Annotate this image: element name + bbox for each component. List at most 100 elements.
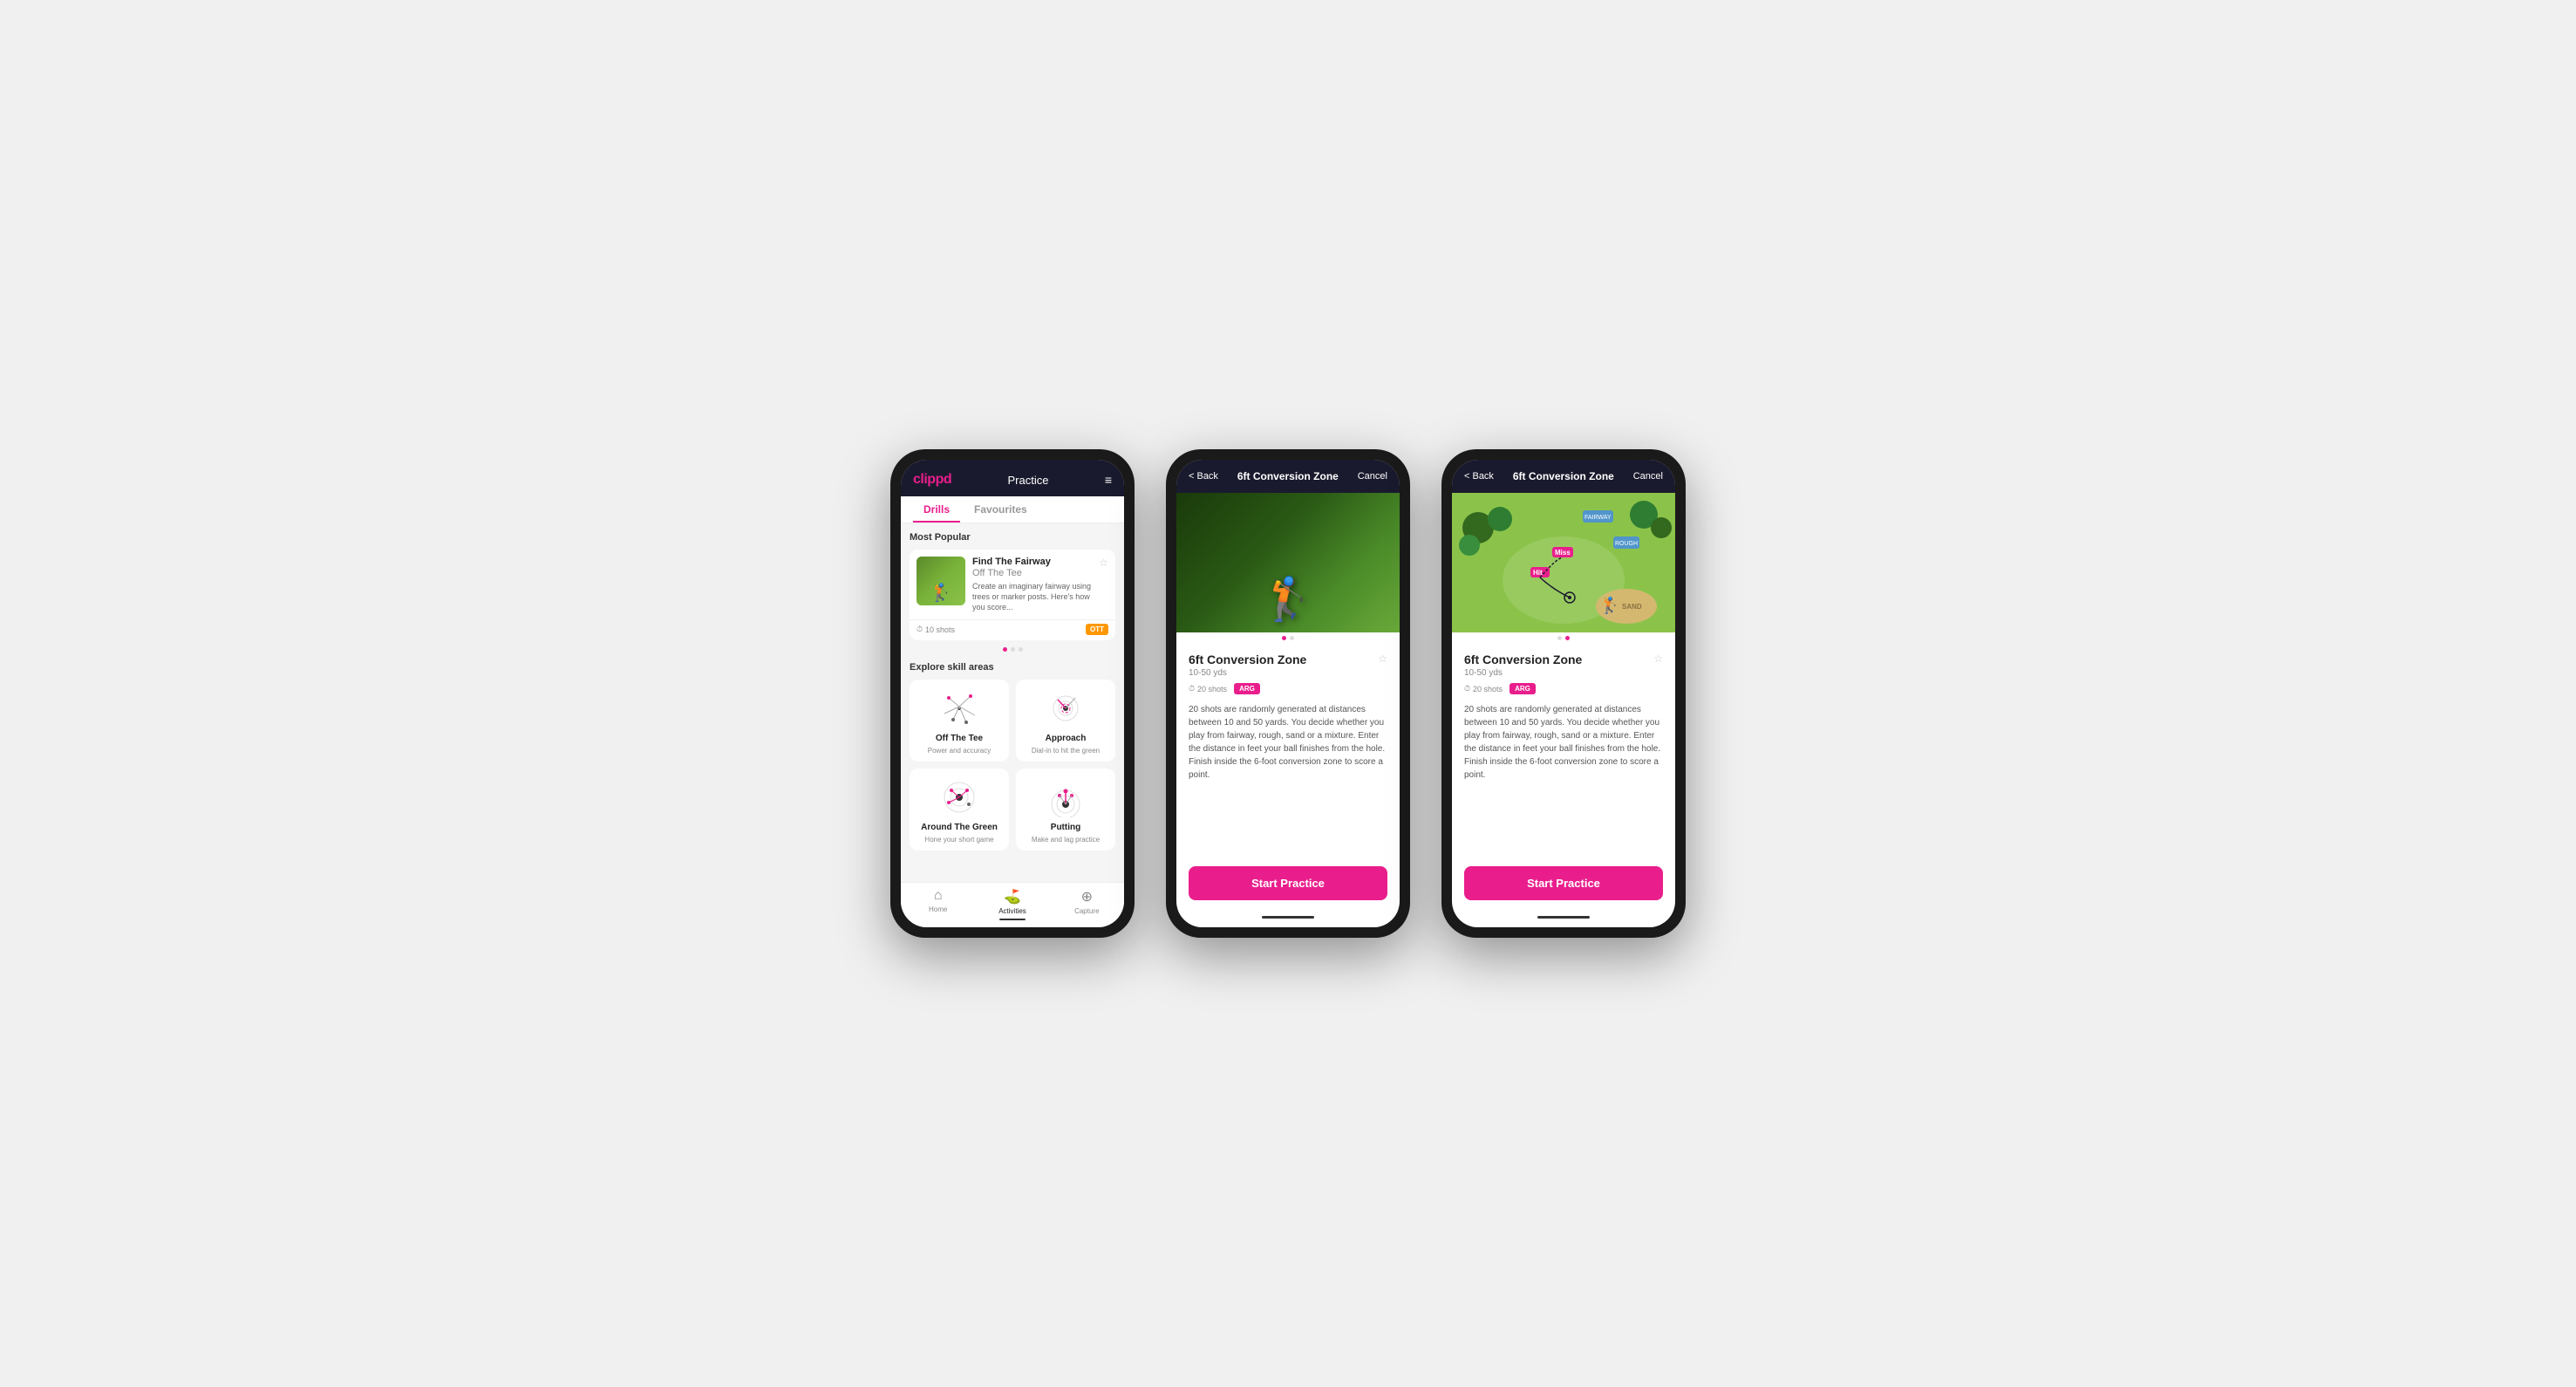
phone-2-header: < Back 6ft Conversion Zone Cancel <box>1176 460 1400 493</box>
golfer-figure: 🏌️ <box>1262 574 1314 624</box>
dot-2 <box>1011 647 1015 652</box>
phone3-drill-favourite-icon[interactable]: ☆ <box>1653 653 1663 665</box>
skill-card-atg[interactable]: Around The Green Hone your short game <box>910 769 1009 851</box>
capture-icon: ⊕ <box>1081 888 1093 905</box>
shots-info: ⏱ 10 shots <box>917 625 955 634</box>
phone3-drill-detail-content: 6ft Conversion Zone ☆ 10-50 yds ⏱ 20 sho… <box>1452 644 1675 866</box>
home-indicator <box>1262 916 1314 919</box>
phone3-home-indicator <box>1537 916 1590 919</box>
most-popular-title: Most Popular <box>910 532 1115 543</box>
arg-badge: ARG <box>1234 683 1260 694</box>
phone-2-screen: < Back 6ft Conversion Zone Cancel 🏌️ 6ft… <box>1176 460 1400 927</box>
atg-subtitle: Hone your short game <box>924 836 993 844</box>
cancel-button[interactable]: Cancel <box>1358 471 1387 482</box>
phone3-img-dot-1 <box>1557 636 1562 640</box>
phone-3: < Back 6ft Conversion Zone Cancel SAND <box>1441 449 1686 938</box>
drill-meta: ⏱ 20 shots ARG <box>1189 683 1387 694</box>
featured-card-text: Find The Fairway Off The Tee Create an i… <box>972 557 1092 612</box>
svg-text:SAND: SAND <box>1622 603 1642 611</box>
drill-detail-content: 6ft Conversion Zone ☆ 10-50 yds ⏱ 20 sho… <box>1176 644 1400 866</box>
atg-icon-container <box>933 775 985 819</box>
phone3-cancel-button[interactable]: Cancel <box>1633 471 1663 482</box>
phone3-image-carousel-dots <box>1452 632 1675 644</box>
nav-home[interactable]: ⌂ Home <box>901 888 975 920</box>
ott-icon-container <box>933 687 985 730</box>
clock-icon: ⏱ <box>917 625 923 634</box>
phone3-drill-shots-info: ⏱ 20 shots <box>1464 684 1503 694</box>
carousel-dots <box>910 644 1115 655</box>
nav-activities[interactable]: ⛳ Activities <box>975 888 1049 920</box>
drill-favourite-icon[interactable]: ☆ <box>1378 653 1387 665</box>
svg-text:🏌️: 🏌️ <box>1600 596 1619 614</box>
ott-skill-icon <box>936 689 984 728</box>
putting-subtitle: Make and lag practice <box>1032 836 1100 844</box>
featured-drill-card[interactable]: Find The Fairway Off The Tee Create an i… <box>910 550 1115 640</box>
approach-icon-container <box>1039 687 1092 730</box>
ott-subtitle: Power and accuracy <box>928 747 991 755</box>
app-logo: clippd <box>913 472 951 488</box>
phone3-drill-header-title: 6ft Conversion Zone <box>1513 470 1614 482</box>
home-icon: ⌂ <box>934 888 943 904</box>
svg-text:FAIRWAY: FAIRWAY <box>1584 515 1612 521</box>
map-svg: SAND FAIRWAY ROUGH <box>1452 493 1675 632</box>
phone3-start-practice-button[interactable]: Start Practice <box>1464 866 1663 900</box>
phone-1-content: Most Popular Find The Fairway Off The Te… <box>901 523 1124 882</box>
shots-clock-icon: ⏱ <box>1189 684 1195 694</box>
svg-text:ROUGH: ROUGH <box>1615 541 1638 547</box>
drill-description-text: 20 shots are randomly generated at dista… <box>1189 703 1387 782</box>
phone3-shots-clock-icon: ⏱ <box>1464 684 1470 694</box>
phone-1: clippd Practice ≡ Drills Favourites Most… <box>890 449 1135 938</box>
skill-card-putting[interactable]: Putting Make and lag practice <box>1016 769 1115 851</box>
img-dot-2 <box>1290 636 1294 640</box>
drill-range: 10-50 yds <box>1189 668 1387 678</box>
bottom-nav: ⌂ Home ⛳ Activities ⊕ Capture <box>901 882 1124 927</box>
drill-photo-image: 🏌️ <box>1176 493 1400 632</box>
drill-title-row: 6ft Conversion Zone ☆ <box>1189 653 1387 666</box>
putting-skill-icon <box>1042 778 1090 817</box>
drill-shots-count: 20 shots <box>1197 685 1227 694</box>
phone3-drill-meta: ⏱ 20 shots ARG <box>1464 683 1663 694</box>
shots-count: 10 shots <box>925 625 955 634</box>
nav-active-indicator <box>999 919 1026 920</box>
featured-drill-image <box>917 557 965 605</box>
golfer-thumbnail <box>917 557 965 605</box>
tab-drills[interactable]: Drills <box>913 496 960 523</box>
approach-subtitle: Dial-in to hit the green <box>1032 747 1100 755</box>
skill-card-approach[interactable]: Approach Dial-in to hit the green <box>1016 680 1115 762</box>
phone-1-screen: clippd Practice ≡ Drills Favourites Most… <box>901 460 1124 927</box>
capture-label: Capture <box>1074 907 1099 915</box>
favourite-icon[interactable]: ☆ <box>1099 557 1108 569</box>
phones-container: clippd Practice ≡ Drills Favourites Most… <box>890 449 1686 938</box>
menu-icon[interactable]: ≡ <box>1105 473 1112 487</box>
phone3-drill-title-row: 6ft Conversion Zone ☆ <box>1464 653 1663 666</box>
skill-grid: Off The Tee Power and accuracy <box>910 680 1115 851</box>
svg-text:Miss: Miss <box>1555 549 1571 557</box>
drill-header-title: 6ft Conversion Zone <box>1237 470 1339 482</box>
explore-title: Explore skill areas <box>910 662 1115 673</box>
header-title: Practice <box>1007 474 1048 487</box>
phone-3-screen: < Back 6ft Conversion Zone Cancel SAND <box>1452 460 1675 927</box>
skill-card-ott[interactable]: Off The Tee Power and accuracy <box>910 680 1009 762</box>
phone-2: < Back 6ft Conversion Zone Cancel 🏌️ 6ft… <box>1166 449 1410 938</box>
phone3-arg-badge: ARG <box>1509 683 1536 694</box>
ott-badge: OTT <box>1086 624 1108 635</box>
back-button[interactable]: < Back <box>1189 471 1218 482</box>
activities-label: Activities <box>998 907 1026 915</box>
phone3-back-button[interactable]: < Back <box>1464 471 1494 482</box>
featured-card-inner: Find The Fairway Off The Tee Create an i… <box>910 550 1115 619</box>
atg-skill-icon <box>936 778 984 817</box>
phone3-drill-description-text: 20 shots are randomly generated at dista… <box>1464 703 1663 782</box>
ott-title: Off The Tee <box>936 734 983 743</box>
tab-favourites[interactable]: Favourites <box>964 496 1038 523</box>
phone-3-header: < Back 6ft Conversion Zone Cancel <box>1452 460 1675 493</box>
nav-capture[interactable]: ⊕ Capture <box>1050 888 1124 920</box>
featured-drill-title: Find The Fairway <box>972 557 1092 568</box>
approach-skill-icon <box>1042 689 1090 728</box>
golfer-photo: 🏌️ <box>1176 493 1400 632</box>
phone-2-bottom <box>1176 909 1400 927</box>
start-practice-button[interactable]: Start Practice <box>1189 866 1387 900</box>
course-map: SAND FAIRWAY ROUGH <box>1452 493 1675 632</box>
phone-3-bottom <box>1452 909 1675 927</box>
activities-icon: ⛳ <box>1004 888 1021 905</box>
drill-shots-info: ⏱ 20 shots <box>1189 684 1227 694</box>
